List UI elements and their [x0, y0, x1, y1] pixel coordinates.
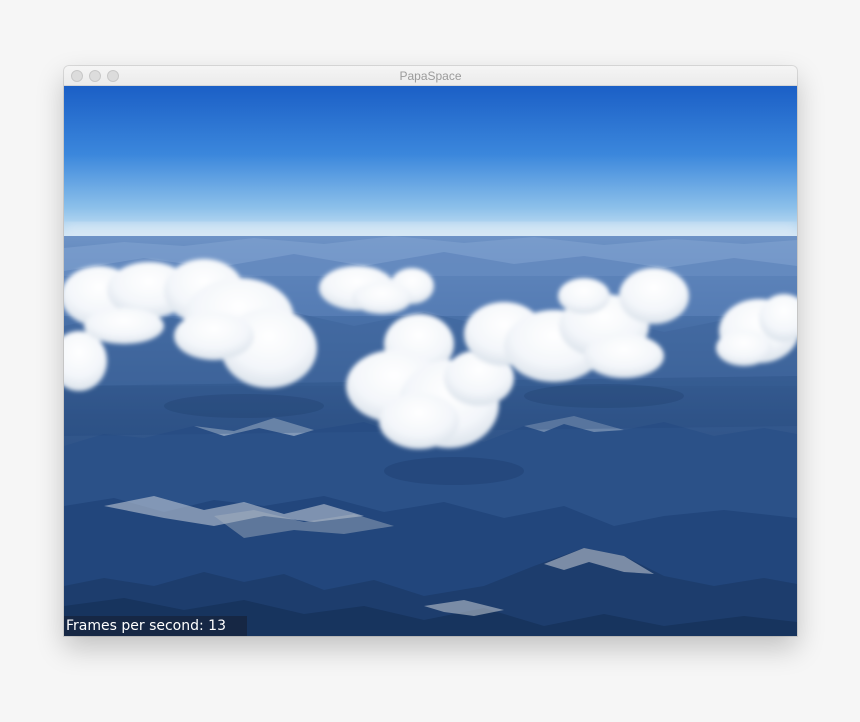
sky	[64, 86, 797, 238]
fps-counter: Frames per second: 13	[64, 616, 247, 636]
window-title: PapaSpace	[399, 69, 462, 83]
render-viewport[interactable]: Frames per second: 13	[64, 86, 797, 636]
title-bar[interactable]: PapaSpace	[64, 66, 797, 86]
scene-canvas	[64, 86, 797, 636]
app-window: PapaSpace Frames per second: 13	[64, 66, 797, 636]
